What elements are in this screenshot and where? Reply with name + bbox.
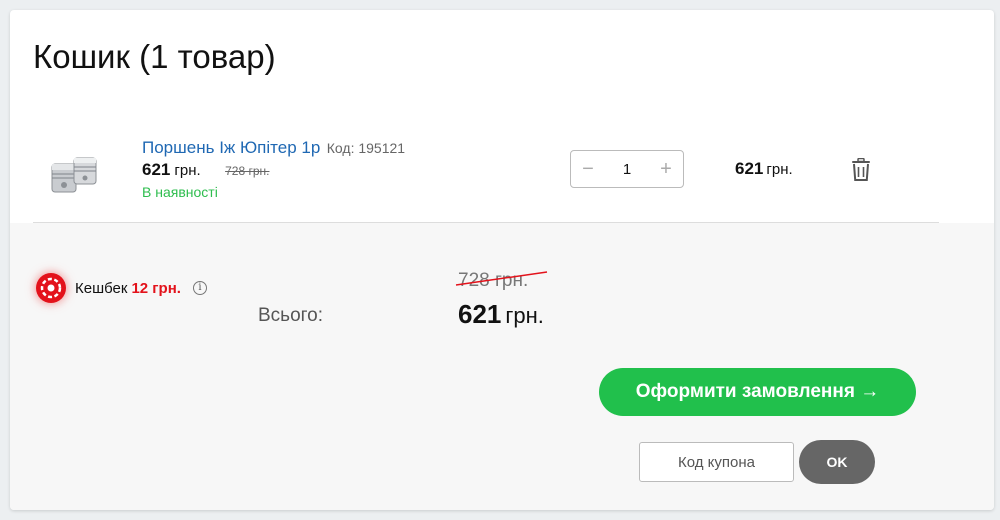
cart-panel: Кошик (1 товар) Поршень Іж Юпітер 1р Код… <box>10 10 994 510</box>
cart-summary: Кешбек 12 грн. i Всього: 728 грн. 621 грн… <box>10 223 994 510</box>
line-total-amount: 621 <box>735 159 764 178</box>
product-price-currency: грн. <box>174 162 201 179</box>
coupon-input[interactable] <box>639 442 794 482</box>
total-label: Всього: <box>258 305 323 326</box>
cashback-icon <box>36 273 66 303</box>
apply-coupon-button[interactable]: OK <box>799 440 875 484</box>
cashback-info: Кешбек 12 грн. i <box>34 271 207 305</box>
line-total-currency: грн. <box>766 161 793 178</box>
trash-icon <box>852 157 870 181</box>
product-title-row: Поршень Іж Юпітер 1р Код: 195121 <box>142 138 405 158</box>
cashback-label: Кешбек <box>75 279 128 297</box>
product-name-link[interactable]: Поршень Іж Юпітер 1р <box>142 138 320 157</box>
info-icon[interactable]: i <box>192 281 207 295</box>
checkout-button[interactable]: Оформити замовлення → <box>599 368 916 416</box>
piston-image <box>51 157 97 193</box>
product-code: Код: 195121 <box>326 140 406 156</box>
total-currency: грн. <box>505 303 544 328</box>
quantity-decrease-button[interactable]: − <box>580 159 596 179</box>
product-price: 621 <box>142 160 171 179</box>
cashback-value: 12 грн. <box>131 279 181 297</box>
total-price: 621 грн. <box>458 299 544 330</box>
stock-status: В наявності <box>142 184 218 200</box>
delete-item-button[interactable] <box>850 157 872 182</box>
product-thumbnail[interactable] <box>48 148 102 200</box>
quantity-value[interactable]: 1 <box>623 161 631 178</box>
product-old-price: 728 грн. <box>225 164 270 178</box>
product-prices: 621 грн. 728 грн. <box>142 160 269 180</box>
quantity-stepper: − 1 + <box>570 150 684 188</box>
quantity-increase-button[interactable]: + <box>658 159 674 179</box>
strikethrough-line <box>455 271 548 286</box>
line-total: 621 грн. <box>735 159 793 179</box>
total-amount: 621 <box>458 299 502 329</box>
page-title: Кошик (1 товар) <box>33 38 276 75</box>
